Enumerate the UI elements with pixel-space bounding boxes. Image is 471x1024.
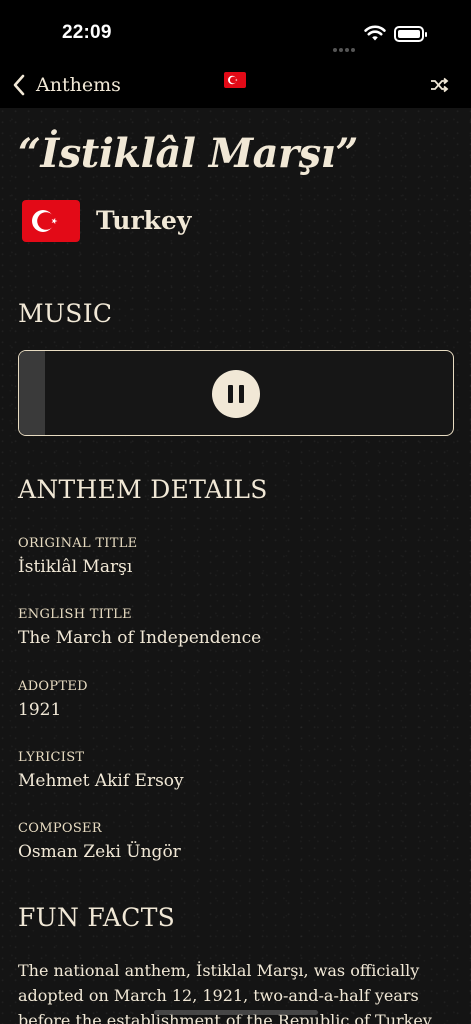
fun-facts-heading: FUN FACTS	[18, 903, 176, 932]
adopted-label: ADOPTED	[18, 679, 88, 694]
pause-button[interactable]	[212, 370, 260, 418]
wifi-icon	[364, 25, 386, 41]
lyricist-value: Mehmet Akif Ersoy	[18, 771, 184, 791]
anthem-detail-content[interactable]: “İstiklâl Marşı” Turkey MUSIC ANTHEM DET…	[0, 108, 471, 1024]
english-title-label: ENGLISH TITLE	[18, 607, 132, 622]
anthem-details-heading: ANTHEM DETAILS	[18, 475, 268, 504]
chevron-left-icon	[13, 74, 25, 96]
music-section-heading: MUSIC	[18, 299, 113, 328]
audio-player[interactable]	[18, 350, 454, 436]
turkey-flag-icon	[22, 200, 80, 242]
turkey-flag-icon	[224, 72, 246, 88]
pause-icon	[228, 385, 233, 403]
anthem-title: “İstiklâl Marşı”	[18, 130, 358, 177]
status-time: 22:09	[62, 22, 112, 43]
navigation-bar: Anthems	[0, 62, 471, 108]
back-button[interactable]: Anthems	[12, 70, 121, 100]
playback-progress[interactable]	[19, 351, 46, 435]
english-title-value: The March of Independence	[18, 628, 262, 648]
composer-value: Osman Zeki Üngör	[18, 842, 181, 862]
country-name: Turkey	[96, 206, 192, 235]
lyricist-label: LYRICIST	[18, 750, 85, 765]
status-bar: 22:09	[0, 0, 471, 62]
home-indicator[interactable]	[154, 1010, 318, 1015]
original-title-value: İstiklâl Marşı	[18, 557, 133, 577]
shuffle-icon[interactable]	[428, 74, 450, 96]
battery-icon	[394, 26, 427, 42]
adopted-value: 1921	[18, 700, 62, 720]
cellular-signal-icon	[333, 37, 357, 52]
composer-label: COMPOSER	[18, 821, 102, 836]
back-button-label: Anthems	[36, 74, 121, 96]
original-title-label: ORIGINAL TITLE	[18, 536, 138, 551]
